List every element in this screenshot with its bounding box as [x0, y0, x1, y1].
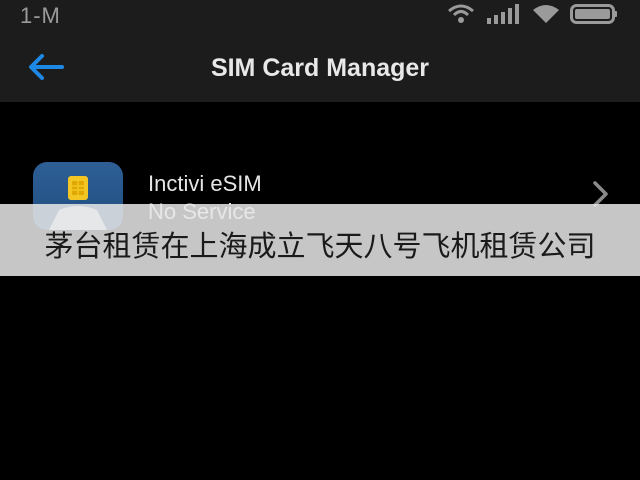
status-icons	[446, 3, 618, 29]
status-time: 1-M	[20, 3, 61, 28]
watermark-banner: 茅台租赁在上海成立飞天八号飞机租赁公司	[0, 204, 640, 276]
page-title: SIM Card Manager	[210, 54, 430, 82]
wifi-icon	[532, 4, 560, 29]
battery-icon	[570, 3, 618, 29]
status-bar: 1-M	[0, 0, 640, 32]
watermark-text: 茅台租赁在上海成立飞天八号飞机租赁公司	[44, 229, 596, 263]
sim-name: Inctivi eSIM	[148, 171, 262, 196]
cell-signal-icon	[486, 3, 522, 29]
sim-card-manager-screen: 1-M SIM Card Manager Inctivi eSIM 茅台租赁在上…	[0, 0, 640, 480]
hotspot-icon	[446, 4, 476, 29]
app-header: SIM Card Manager	[0, 32, 640, 102]
